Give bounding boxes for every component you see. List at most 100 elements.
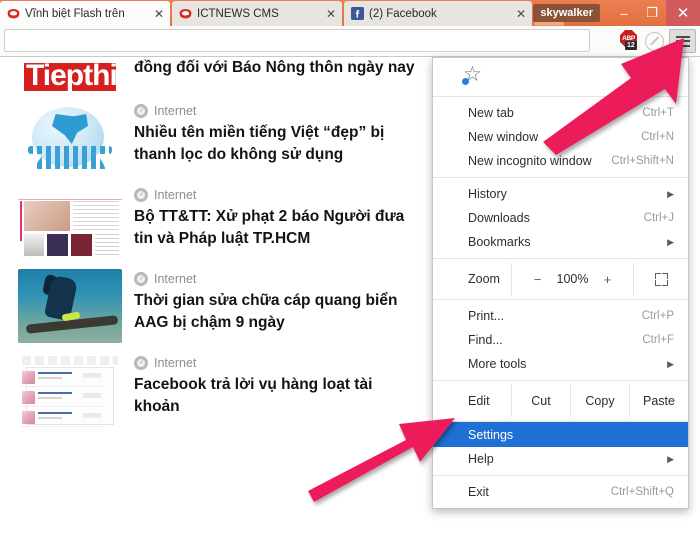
- zoom-controls: − 100% +: [511, 263, 633, 295]
- zoom-label: Zoom: [468, 272, 500, 286]
- menu-divider: [433, 96, 688, 97]
- menu-item-bookmarks[interactable]: Bookmarks ▶: [433, 230, 688, 254]
- globe-people-thumbnail: [18, 101, 122, 175]
- zoom-row: Zoom − 100% +: [433, 263, 688, 295]
- menu-item-shortcut: Ctrl+T: [642, 107, 674, 119]
- internet-globe-icon: [134, 188, 148, 202]
- menu-divider: [433, 475, 688, 476]
- article-headline: Nhiều tên miền tiếng Việt “đẹp” bị thanh…: [134, 124, 385, 163]
- article-headline: đồng đối với Báo Nông thôn ngày nay: [134, 59, 415, 76]
- tab-title: (2) Facebook: [369, 7, 437, 20]
- menu-item-label: Downloads: [468, 211, 530, 225]
- menu-item-new-incognito-window[interactable]: New incognito window Ctrl+Shift+N: [433, 149, 688, 173]
- menu-item-label: Exit: [468, 485, 489, 499]
- minimize-button[interactable]: –: [610, 0, 638, 26]
- menu-item-shortcut: Ctrl+F: [642, 334, 674, 346]
- bookmark-star-row[interactable]: ☆: [433, 58, 688, 92]
- tab-close-icon[interactable]: ✕: [514, 8, 528, 20]
- edit-label: Edit: [468, 394, 490, 408]
- menu-item-label: Find...: [468, 333, 503, 347]
- chrome-menu-icon[interactable]: [669, 29, 696, 53]
- copy-button[interactable]: Copy: [570, 385, 629, 417]
- menu-item-downloads[interactable]: Downloads Ctrl+J: [433, 206, 688, 230]
- menu-item-label: History: [468, 187, 507, 201]
- page-content: đồng đối với Báo Nông thôn ngày nay Inte…: [0, 57, 430, 533]
- paste-button[interactable]: Paste: [629, 385, 688, 417]
- article-source: Internet: [134, 104, 420, 118]
- zoom-level-value: 100%: [556, 272, 589, 286]
- website-screenshot-thumbnail: [18, 185, 122, 259]
- star-icon[interactable]: ☆: [462, 64, 485, 86]
- menu-divider: [433, 380, 688, 381]
- news-article-4[interactable]: Internet Facebook trả lời vụ hàng loạt t…: [0, 347, 430, 431]
- menu-item-label: New window: [468, 130, 539, 144]
- menu-item-exit[interactable]: Exit Ctrl+Shift+Q: [433, 480, 688, 504]
- adblock-plus-badge: 12: [625, 41, 637, 50]
- article-headline: Facebook trả lời vụ hàng loạt tài khoản: [134, 376, 373, 415]
- menu-item-find[interactable]: Find... Ctrl+F: [433, 328, 688, 352]
- menu-divider: [433, 258, 688, 259]
- browser-toolbar: ABP 12: [0, 26, 700, 57]
- user-profile-badge[interactable]: skywalker: [533, 4, 600, 22]
- maximize-restore-button[interactable]: ❐: [638, 0, 666, 26]
- tab-close-icon[interactable]: ✕: [324, 8, 338, 20]
- news-article-2[interactable]: Internet Bộ TT&TT: Xử phạt 2 báo Người đ…: [0, 179, 430, 263]
- fullscreen-button[interactable]: [633, 263, 688, 295]
- article-source-label: Internet: [154, 356, 197, 370]
- article-headline: Bộ TT&TT: Xử phạt 2 báo Người đưa tin và…: [134, 208, 405, 247]
- news-article-0[interactable]: đồng đối với Báo Nông thôn ngày nay: [0, 57, 430, 95]
- menu-item-shortcut: Ctrl+N: [641, 131, 674, 143]
- menu-item-help[interactable]: Help ▶: [433, 447, 688, 471]
- menu-item-more-tools[interactable]: More tools ▶: [433, 352, 688, 376]
- cut-button[interactable]: Cut: [511, 385, 570, 417]
- menu-item-shortcut: Ctrl+J: [643, 212, 674, 224]
- article-source: Internet: [134, 272, 420, 286]
- menu-item-label: Bookmarks: [468, 235, 531, 249]
- star-blue-dot: [462, 78, 469, 85]
- news-article-1[interactable]: Internet Nhiều tên miền tiếng Việt “đẹp”…: [0, 95, 430, 179]
- menu-item-settings[interactable]: Settings: [433, 422, 688, 447]
- tab-title: Vĩnh biệt Flash trên: [25, 7, 125, 20]
- address-bar-input[interactable]: [4, 29, 590, 52]
- article-source-label: Internet: [154, 188, 197, 202]
- facebook-icon: [351, 7, 364, 20]
- article-source-label: Internet: [154, 272, 197, 286]
- zoom-out-button[interactable]: −: [533, 272, 543, 287]
- menu-item-new-tab[interactable]: New tab Ctrl+T: [433, 101, 688, 125]
- browser-tab-1[interactable]: ICTNEWS CMS ✕: [172, 1, 342, 26]
- menu-item-shortcut: Ctrl+Shift+N: [611, 155, 674, 167]
- undersea-diver-thumbnail: [18, 269, 122, 343]
- menu-item-label: Print...: [468, 309, 505, 323]
- internet-globe-icon: [134, 104, 148, 118]
- tiepthi-logo-thumbnail: [18, 57, 122, 91]
- chevron-right-icon: ▶: [667, 188, 674, 199]
- menu-item-label: More tools: [468, 357, 527, 371]
- menu-item-label: Settings: [468, 427, 514, 442]
- article-source: Internet: [134, 188, 420, 202]
- menu-item-history[interactable]: History ▶: [433, 182, 688, 206]
- menu-item-print[interactable]: Print... Ctrl+P: [433, 304, 688, 328]
- ictnews-icon: [7, 7, 20, 20]
- fullscreen-icon: [654, 272, 668, 286]
- ictnews-icon: [179, 7, 192, 20]
- chevron-right-icon: ▶: [667, 453, 674, 464]
- zoom-in-button[interactable]: +: [602, 272, 612, 287]
- news-article-3[interactable]: Internet Thời gian sửa chữa cáp quang bi…: [0, 263, 430, 347]
- browser-chrome: Vĩnh biệt Flash trên ✕ ICTNEWS CMS ✕ (2)…: [0, 0, 700, 57]
- menu-item-shortcut: Ctrl+P: [641, 310, 674, 322]
- browser-tab-2[interactable]: (2) Facebook ✕: [344, 1, 532, 26]
- article-source-label: Internet: [154, 104, 197, 118]
- article-source: Internet: [134, 356, 420, 370]
- tab-close-icon[interactable]: ✕: [152, 8, 166, 20]
- internet-globe-icon: [134, 356, 148, 370]
- chevron-right-icon: ▶: [667, 358, 674, 369]
- adblock-plus-icon[interactable]: ABP 12: [620, 30, 640, 52]
- blocked-icon[interactable]: [645, 31, 664, 51]
- menu-divider: [433, 177, 688, 178]
- tab-strip: Vĩnh biệt Flash trên ✕ ICTNEWS CMS ✕ (2)…: [0, 0, 700, 26]
- close-window-button[interactable]: ✕: [666, 0, 700, 26]
- browser-tab-0[interactable]: Vĩnh biệt Flash trên ✕: [0, 1, 170, 26]
- window-controls: skywalker – ❐ ✕: [533, 0, 700, 26]
- menu-item-new-window[interactable]: New window Ctrl+N: [433, 125, 688, 149]
- edit-row: Edit Cut Copy Paste: [433, 385, 688, 417]
